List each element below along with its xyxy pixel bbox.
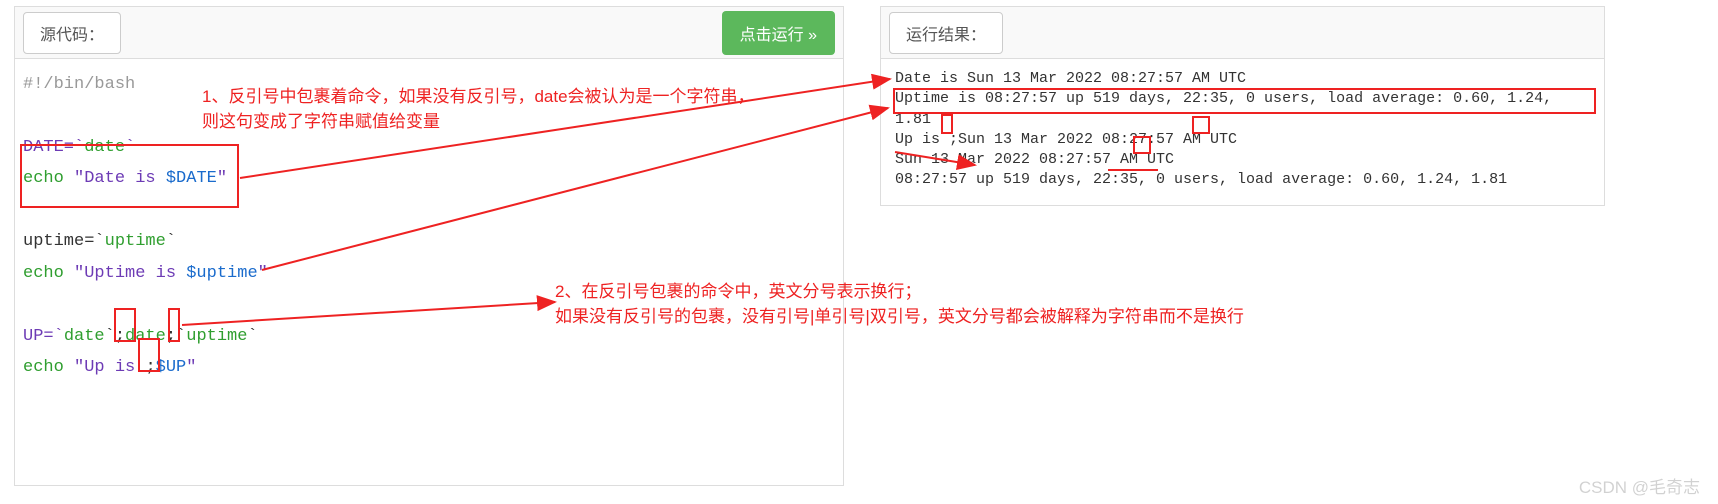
output-line: 08:27:57 up 519 days, 22:35, 0 users, lo…: [895, 170, 1590, 190]
annotation-1: 1、反引号中包裹着命令，如果没有反引号，date会被认为是一个字符串， 则这句变…: [202, 85, 755, 134]
code: $uptime: [186, 264, 257, 283]
output-line: Date is Sun 13 Mar 2022 08:27:57 AM UTC: [895, 69, 1590, 89]
source-header: 源代码： 点击运行 »: [15, 7, 843, 59]
code: ;`: [166, 327, 186, 346]
run-button[interactable]: 点击运行 »: [722, 11, 835, 55]
code: date: [84, 138, 125, 157]
code: "Date is: [74, 169, 166, 188]
code: echo: [23, 264, 74, 283]
output-line: Uptime is 08:27:57 up 519 days, 22:35, 0…: [895, 89, 1590, 130]
code: ;: [145, 358, 155, 377]
code: uptime: [186, 327, 247, 346]
code: uptime=`: [23, 232, 105, 251]
code: ": [186, 358, 196, 377]
code: $DATE: [166, 169, 217, 188]
code: `: [125, 138, 135, 157]
code: "Up is: [74, 358, 145, 377]
result-panel: 运行结果： Date is Sun 13 Mar 2022 08:27:57 A…: [880, 6, 1605, 206]
output-line: Sun 13 Mar 2022 08:27:57 AM UTC: [895, 150, 1590, 170]
code: $UP: [156, 358, 187, 377]
shebang-line: #!/bin/bash: [23, 75, 135, 94]
code: DATE=`: [23, 138, 84, 157]
code: ": [258, 264, 268, 283]
output-line: Up is ;Sun 13 Mar 2022 08:27:57 AM UTC: [895, 130, 1590, 150]
code: echo: [23, 169, 74, 188]
code: `: [247, 327, 257, 346]
code: "Uptime is: [74, 264, 186, 283]
watermark: CSDN @毛奇志: [1579, 473, 1700, 498]
code: uptime: [105, 232, 166, 251]
output-area: Date is Sun 13 Mar 2022 08:27:57 AM UTC …: [881, 59, 1604, 201]
code: date: [125, 327, 166, 346]
code: date: [64, 327, 105, 346]
code: `: [166, 232, 176, 251]
code: echo: [23, 358, 74, 377]
result-header: 运行结果：: [881, 7, 1604, 59]
code: UP=`: [23, 327, 64, 346]
result-title: 运行结果：: [889, 12, 1003, 54]
code: `;: [105, 327, 125, 346]
source-title: 源代码：: [23, 12, 121, 54]
annotation-2: 2、在反引号包裹的命令中，英文分号表示换行； 如果没有反引号的包裹，没有引号|单…: [555, 280, 1244, 329]
source-panel: 源代码： 点击运行 » #!/bin/bash DATE=`date` echo…: [14, 6, 844, 486]
code: ": [217, 169, 227, 188]
